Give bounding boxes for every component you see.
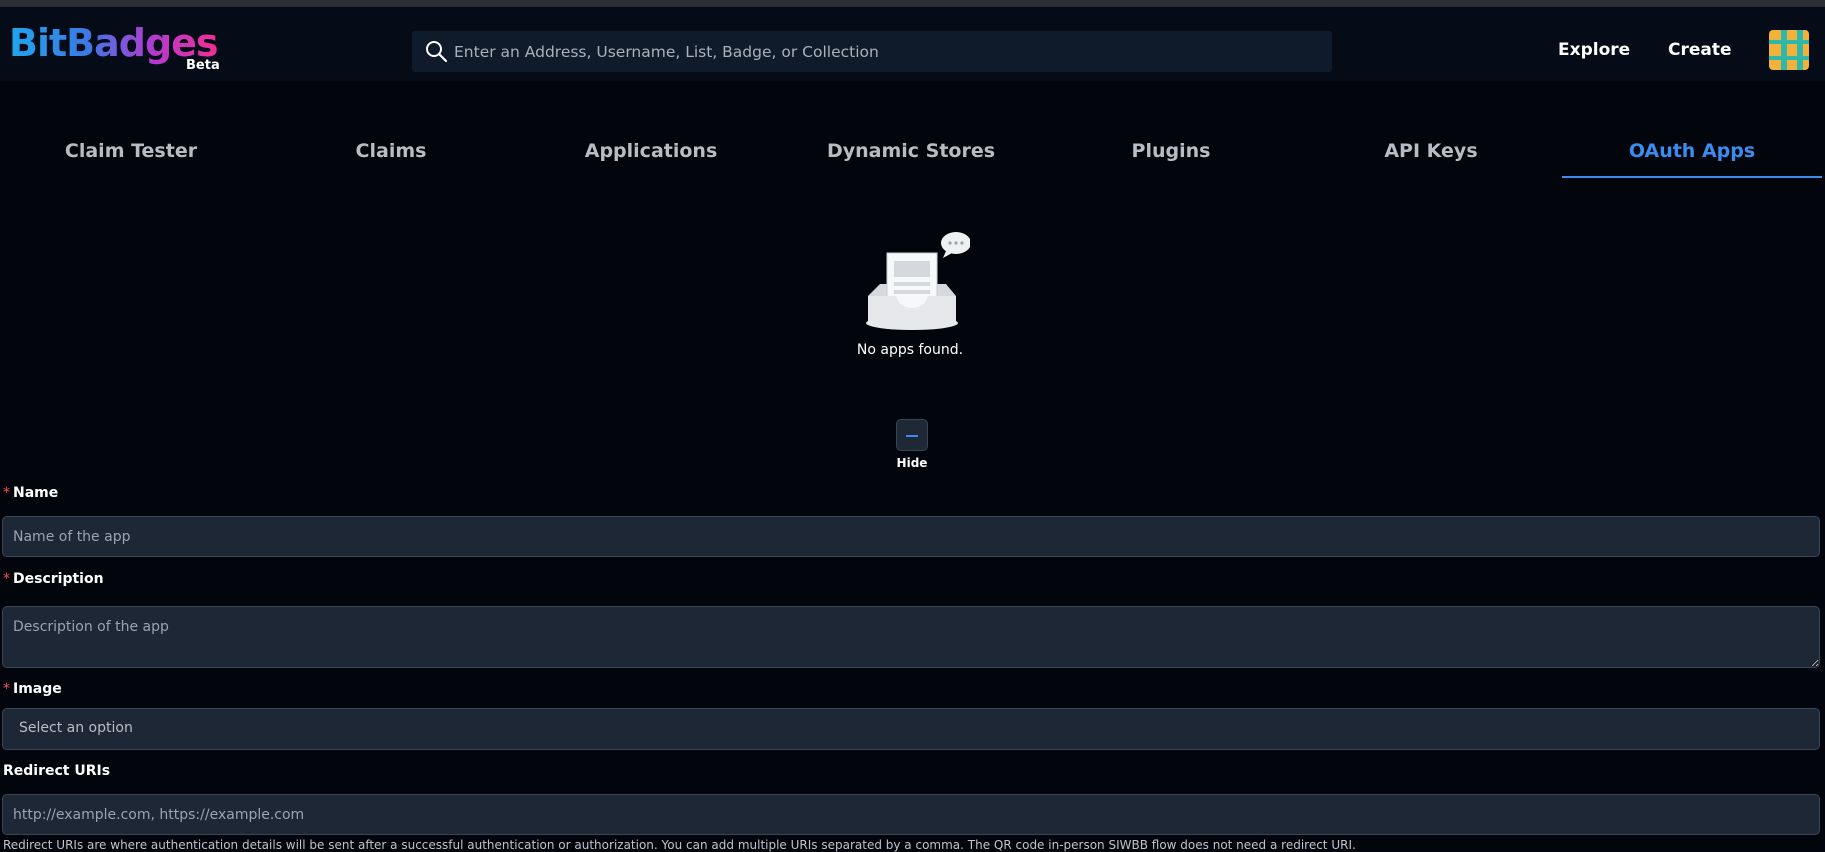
tab-applications[interactable]: Applications [521,130,781,178]
search-bar[interactable] [412,31,1332,72]
explore-link[interactable]: Explore [1558,40,1630,60]
search-input[interactable] [454,31,1314,72]
hide-toggle-label: Hide [896,456,928,470]
redirect-uris-field[interactable] [2,794,1820,835]
empty-state-text: No apps found. [856,342,964,358]
logo[interactable]: BitBadges Beta [9,21,229,73]
image-label: * Image [3,681,62,697]
header: BitBadges Beta Explore Create [0,7,1825,81]
name-label-text: Name [13,485,59,501]
image-label-text: Image [13,681,62,697]
minus-icon [906,435,918,437]
beta-badge: Beta [186,58,220,73]
tab-oauth-apps[interactable]: OAuth Apps [1562,130,1822,178]
create-link[interactable]: Create [1668,40,1732,60]
hide-toggle-button[interactable] [896,419,928,451]
required-mark: * [3,571,10,587]
avatar[interactable] [1769,30,1809,70]
description-label-text: Description [13,571,104,587]
tab-claims[interactable]: Claims [261,130,521,178]
image-select-value: Select an option [19,720,133,736]
empty-state: No apps found. [850,230,970,360]
name-label: * Name [3,485,58,501]
required-mark: * [3,681,10,697]
tab-claim-tester[interactable]: Claim Tester [1,130,261,178]
tab-bar: Claim Tester Claims Applications Dynamic… [0,130,1825,178]
search-icon [426,41,448,63]
description-label: * Description [3,571,104,587]
tab-dynamic-stores[interactable]: Dynamic Stores [781,130,1041,178]
tab-api-keys[interactable]: API Keys [1301,130,1561,178]
tab-plugins[interactable]: Plugins [1041,130,1301,178]
image-select[interactable]: Select an option [2,708,1820,750]
redirect-uris-label: Redirect URIs [3,763,111,779]
description-field[interactable] [2,606,1820,668]
name-field[interactable] [2,516,1820,557]
redirect-uris-help: Redirect URIs are where authentication d… [3,838,1356,852]
required-mark: * [3,485,10,501]
browser-top-strip [0,0,1825,7]
empty-inbox-icon [866,232,970,330]
